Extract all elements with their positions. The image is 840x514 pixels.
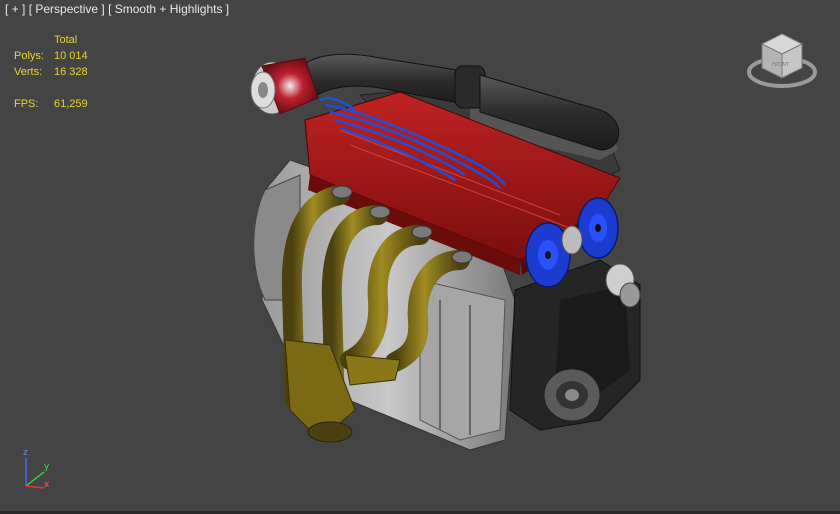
viewport-shading-button[interactable]: [ Smooth + Highlights ] <box>108 2 229 16</box>
z-axis-label: z <box>23 448 28 458</box>
verts-label: Verts: <box>14 66 43 78</box>
stats-total-header: Total <box>54 34 78 46</box>
engine-3d-model[interactable]: ~~~~~~ <box>0 0 840 514</box>
timing-cover <box>509 259 641 431</box>
verts-value: 16 328 <box>54 66 88 78</box>
polys-label: Polys: <box>14 50 44 62</box>
perspective-viewport[interactable]: ~~~~~~ [+] [Perspective] [Smooth + … <box>0 0 840 514</box>
axis-tripod: z y x <box>18 448 58 496</box>
fps-value: 61,259 <box>54 98 88 110</box>
viewcube-icon[interactable]: FRONT <box>746 30 818 94</box>
viewport-menu-button[interactable]: [ + ] <box>5 2 25 16</box>
svg-text:FRONT: FRONT <box>772 62 790 68</box>
fps-label: FPS: <box>14 98 39 110</box>
air-filter <box>250 57 319 115</box>
y-axis-label: y <box>44 462 50 472</box>
viewport-view-button[interactable]: [ Perspective ] <box>29 2 105 16</box>
polys-value: 10 014 <box>54 50 88 62</box>
viewport-label: [ + ] [ Perspective ] [ Smooth + Highlig… <box>5 2 229 16</box>
x-axis-label: x <box>44 480 50 490</box>
